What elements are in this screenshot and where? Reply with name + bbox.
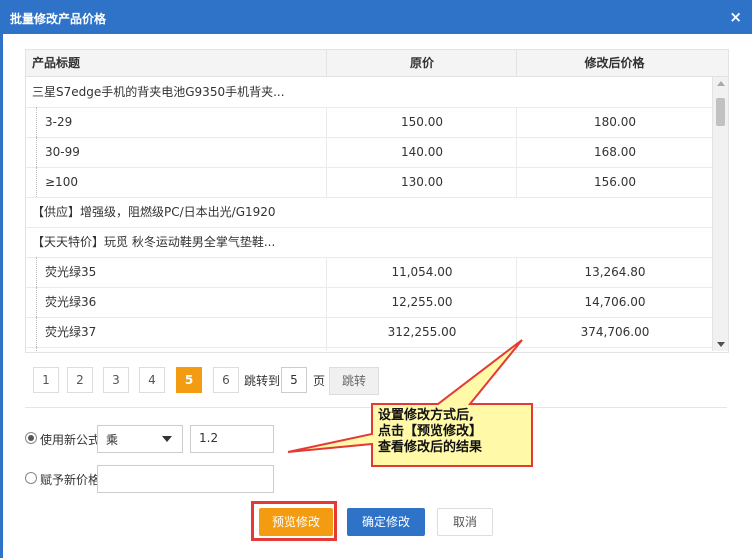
scroll-up-icon[interactable] (717, 81, 725, 86)
formula-label: 使用新公式 (40, 433, 101, 447)
modified-price-cell: 180.00 (516, 107, 712, 137)
original-price-cell: 11,054.00 (326, 257, 517, 287)
product-title-cell: 【供应】增强级，阻燃级PC/日本出光/G1920 (32, 205, 276, 219)
section-divider (25, 407, 727, 408)
callout-text: 设置修改方式后, 点击【预览修改】 查看修改后的结果 (378, 408, 528, 456)
close-icon[interactable]: × (729, 8, 742, 26)
formula-value-input[interactable]: 1.2 (190, 425, 274, 453)
modified-price-cell: 13,264.80 (516, 257, 712, 287)
table-row: 荧光绿36 12,255.00 14,706.00 (26, 287, 712, 318)
operator-value: 乘 (106, 433, 119, 447)
price-table: 产品标题 原价 修改后价格 三星S7edge手机的背夹电池G9350手机背夹..… (25, 49, 729, 353)
product-title-cell: 30-99 (36, 137, 80, 167)
preview-button[interactable]: 预览修改 (259, 508, 333, 536)
confirm-button[interactable]: 确定修改 (347, 508, 425, 536)
header-product-title: 产品标题 (32, 56, 81, 70)
product-title-cell: 荧光绿37 (36, 317, 96, 347)
table-row: ≥100 130.00 156.00 (26, 167, 712, 198)
table-scrollbar[interactable] (712, 77, 728, 351)
scroll-thumb[interactable] (716, 98, 725, 126)
scroll-down-icon[interactable] (717, 342, 725, 347)
original-price-cell: 312,255.00 (326, 317, 517, 347)
modified-price-cell (516, 227, 712, 257)
modified-price-cell: 168.00 (516, 137, 712, 167)
product-title-cell: 3-29 (36, 107, 72, 137)
product-title-cell: 荧光绿36 (36, 287, 96, 317)
original-price-cell: 12,255.00 (326, 287, 517, 317)
original-price-cell (326, 197, 516, 227)
modified-price-cell: 374,706.00 (516, 317, 712, 347)
product-title-cell: 三星S7edge手机的背夹电池G9350手机背夹... (32, 85, 285, 99)
table-body: 三星S7edge手机的背夹电池G9350手机背夹... 3-29 150.00 180… (26, 77, 712, 351)
goto-page-input[interactable]: 5 (281, 367, 307, 393)
original-price-cell: 130.00 (326, 167, 517, 197)
page-button-2[interactable]: 2 (67, 367, 93, 393)
page-button-4[interactable]: 4 (139, 367, 165, 393)
page-button-3[interactable]: 3 (103, 367, 129, 393)
chevron-down-icon (162, 436, 172, 442)
product-title-cell: ≥100 (36, 167, 78, 197)
modified-price-cell (516, 77, 712, 107)
header-modified-price: 修改后价格 (516, 50, 712, 76)
product-title-cell: 荧光绿35 (36, 257, 96, 287)
header-original-price: 原价 (326, 50, 517, 76)
new-price-input[interactable] (97, 465, 274, 493)
table-row: 荧光绿38 3,066.003,679.20 (26, 347, 712, 351)
table-row-group: 【供应】增强级，阻燃级PC/日本出光/G1920 (26, 197, 712, 228)
modified-price-cell: 14,706.00 (516, 287, 712, 317)
callout-line-2: 点击【预览修改】 (378, 424, 483, 439)
product-title-cell: 荧光绿38 (36, 347, 96, 351)
table-row: 3-29 150.00 180.00 (26, 107, 712, 138)
original-price-cell (326, 227, 516, 257)
goto-label: 跳转到 (244, 374, 281, 388)
formula-radio[interactable] (25, 432, 37, 444)
assign-label: 赋予新价格 (40, 473, 101, 487)
modified-price-cell: 3,679.20 (516, 347, 712, 351)
original-price-cell: 150.00 (326, 107, 517, 137)
dialog-titlebar: 批量修改产品价格 × (0, 0, 752, 34)
table-row: 荧光绿37 312,255.00 374,706.00 (26, 317, 712, 348)
table-row-group: 三星S7edge手机的背夹电池G9350手机背夹... (26, 77, 712, 108)
assign-radio[interactable] (25, 472, 37, 484)
original-price-cell (326, 77, 516, 107)
cancel-button[interactable]: 取消 (437, 508, 493, 536)
goto-button[interactable]: 跳转 (329, 367, 379, 395)
original-price-cell: 140.00 (326, 137, 517, 167)
original-price-cell: 3,066.00 (326, 347, 517, 351)
callout-line-1: 设置修改方式后, (378, 408, 474, 423)
table-row: 荧光绿35 11,054.00 13,264.80 (26, 257, 712, 288)
dialog-title: 批量修改产品价格 (10, 12, 107, 26)
callout-line-3: 查看修改后的结果 (378, 440, 483, 455)
table-row: 30-99 140.00 168.00 (26, 137, 712, 168)
page-button-5[interactable]: 5 (176, 367, 202, 393)
formula-value: 1.2 (199, 431, 219, 445)
page-unit-label: 页 (313, 374, 326, 388)
modified-price-cell (516, 197, 712, 227)
dialog-left-border (0, 34, 3, 558)
page-button-6[interactable]: 6 (213, 367, 239, 393)
table-row-group: 【天天特价】玩觅 秋冬运动鞋男全掌气垫鞋... (26, 227, 712, 258)
table-header: 产品标题 原价 修改后价格 (26, 50, 728, 77)
operator-select[interactable]: 乘 (97, 425, 183, 453)
product-title-cell: 【天天特价】玩觅 秋冬运动鞋男全掌气垫鞋... (32, 235, 276, 249)
modified-price-cell: 156.00 (516, 167, 712, 197)
page-button-1[interactable]: 1 (33, 367, 59, 393)
